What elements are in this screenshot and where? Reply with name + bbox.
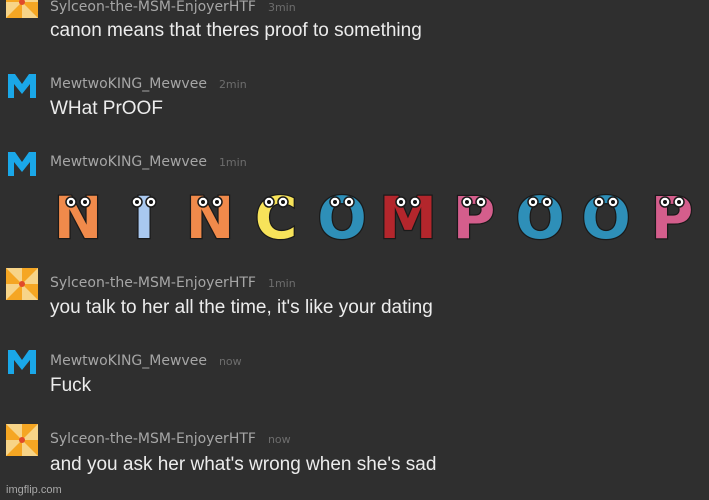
m-avatar[interactable] [6, 346, 38, 378]
timestamp: 3min [267, 1, 296, 14]
m-avatar[interactable] [6, 70, 38, 102]
letter-p: P [649, 186, 694, 242]
svg-text:M: M [379, 186, 437, 242]
letter-n: N [184, 186, 235, 242]
username[interactable]: MewtwoKING_Mewvee [50, 76, 207, 92]
username[interactable]: MewtwoKING_Mewvee [50, 154, 207, 170]
svg-text:O: O [515, 186, 564, 242]
username[interactable]: MewtwoKING_Mewvee [50, 353, 207, 369]
username[interactable]: Sylceon-the-MSM-EnjoyerHTF [50, 431, 256, 447]
timestamp: now [218, 355, 242, 368]
letter-p: P [451, 186, 496, 242]
m-avatar[interactable] [6, 148, 38, 180]
svg-text:N: N [186, 186, 235, 242]
alphabet-lore-image[interactable]: NINCOMPOOP [50, 186, 709, 242]
timestamp: 2min [218, 78, 247, 91]
svg-text:I: I [133, 186, 155, 242]
pinwheel-avatar[interactable] [6, 0, 38, 18]
message-text: and you ask her what's wrong when she's … [50, 454, 437, 475]
letter-c: C [253, 186, 298, 242]
timestamp: 1min [267, 277, 296, 290]
message-text: canon means that theres proof to somethi… [50, 20, 422, 41]
timestamp: now [267, 433, 291, 446]
letter-o: O [580, 186, 632, 242]
svg-text:P: P [651, 186, 694, 242]
svg-text:O: O [581, 186, 630, 242]
letter-o: O [316, 186, 368, 242]
svg-text:O: O [317, 186, 366, 242]
imgflip-watermark: imgflip.com [6, 484, 62, 496]
svg-text:C: C [255, 186, 298, 242]
letter-i: I [131, 186, 157, 242]
message-text: Fuck [50, 375, 92, 396]
message-text: you talk to her all the time, it's like … [50, 297, 433, 318]
svg-text:N: N [54, 186, 103, 242]
pinwheel-avatar[interactable] [6, 424, 38, 456]
timestamp: 1min [218, 156, 247, 169]
message-text: WHat PrOOF [50, 98, 163, 119]
letter-n: N [52, 186, 103, 242]
pinwheel-avatar[interactable] [6, 268, 38, 300]
username[interactable]: Sylceon-the-MSM-EnjoyerHTF [50, 275, 256, 291]
username[interactable]: Sylceon-the-MSM-EnjoyerHTF [50, 0, 256, 15]
letter-o: O [514, 186, 566, 242]
svg-text:P: P [453, 186, 496, 242]
letter-m: M [378, 186, 438, 242]
